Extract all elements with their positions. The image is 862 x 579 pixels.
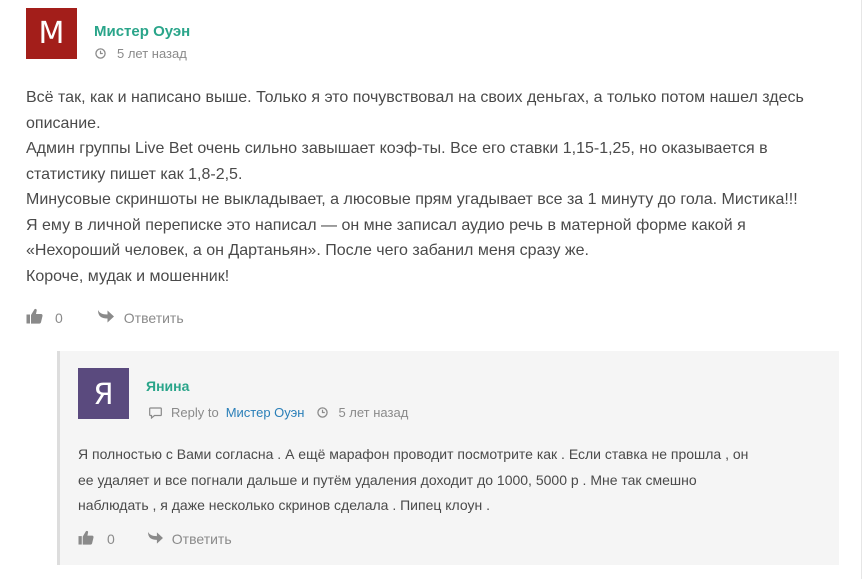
like-count: 0 <box>107 531 115 547</box>
comment-line: Я ему в личной переписке это написал — о… <box>26 216 746 234</box>
avatar-letter: М <box>38 16 65 51</box>
comment-line: статистику пишет как 1,8-2,5. <box>26 165 243 183</box>
comment-actions: 0 Ответить <box>78 530 232 548</box>
comment-line: Админ группы Live Bet очень сильно завыш… <box>26 140 768 157</box>
comment-line: ее удаляет и все погнали дальше и путём … <box>78 471 697 488</box>
reply-arrow-icon <box>97 309 115 327</box>
reply-button[interactable]: Ответить <box>97 309 184 327</box>
comment-body: Я полностью с Вами согласна . А ещё мара… <box>78 442 828 519</box>
comment-time[interactable]: 5 лет назад <box>338 405 408 420</box>
comment-author[interactable]: Янина <box>146 378 189 394</box>
reply-to-label: Reply to <box>171 405 219 420</box>
like-count: 0 <box>55 309 63 326</box>
comment-line: наблюдать , я даже несколько скринов сде… <box>78 497 491 513</box>
comment-line: Всё так, как и написано выше. Только я э… <box>26 89 804 106</box>
comment-author[interactable]: Мистер Оуэн <box>94 23 190 40</box>
reply-label: Ответить <box>171 531 232 547</box>
clock-icon <box>95 48 106 59</box>
reply-to-icon <box>149 406 162 419</box>
thumbs-up-icon <box>26 308 43 327</box>
avatar-letter: Я <box>93 376 114 411</box>
comment-line: Короче, мудак и мошенник! <box>26 267 230 285</box>
clock-icon <box>317 407 329 418</box>
avatar[interactable]: М <box>26 8 77 59</box>
comment-line: описание. <box>26 114 101 132</box>
thumbs-up-icon <box>78 530 94 548</box>
avatar[interactable]: Я <box>78 368 129 419</box>
comment-meta: 5 лет назад <box>95 46 187 61</box>
reply-arrow-icon <box>147 531 164 548</box>
comment-line: Я полностью с Вами согласна . А ещё мара… <box>78 446 749 462</box>
reply-to-author-link[interactable]: Мистер Оуэн <box>226 405 305 420</box>
like-button[interactable]: 0 <box>78 530 115 548</box>
like-button[interactable]: 0 <box>26 308 63 327</box>
comment-actions: 0 Ответить <box>26 308 184 327</box>
comment-meta: Reply to Мистер Оуэн 5 лет назад <box>149 405 408 420</box>
comment-time[interactable]: 5 лет назад <box>117 46 187 61</box>
comment-line: «Нехороший человек, а он Дартаньян». Пос… <box>26 242 589 259</box>
comment-body: Всё так, как и написано выше. Только я э… <box>26 85 826 289</box>
reply-label: Ответить <box>123 309 184 326</box>
reply-button[interactable]: Ответить <box>147 531 232 548</box>
comment-line: Минусовые скриншоты не выкладывает, а лю… <box>26 191 798 208</box>
